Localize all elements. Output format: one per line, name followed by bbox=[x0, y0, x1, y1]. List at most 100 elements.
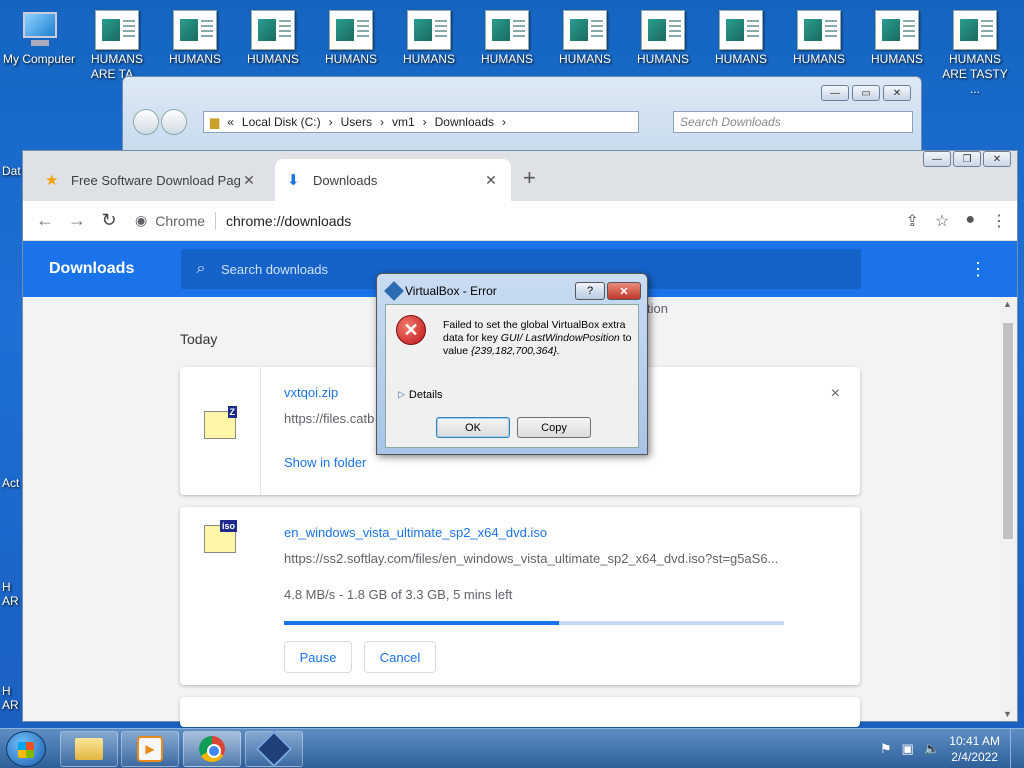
network-icon[interactable]: ▣ bbox=[902, 741, 914, 757]
back-button[interactable] bbox=[133, 109, 159, 135]
help-button[interactable]: ? bbox=[575, 282, 605, 300]
chrome-icon bbox=[199, 736, 225, 762]
breadcrumb-item[interactable]: Users bbox=[341, 115, 372, 129]
new-tab-button[interactable]: + bbox=[523, 165, 536, 191]
forward-icon[interactable]: → bbox=[61, 210, 93, 231]
volume-icon[interactable]: 🔈 bbox=[924, 741, 940, 757]
maximize-button[interactable]: ▭ bbox=[852, 85, 880, 101]
remove-item-button[interactable]: × bbox=[831, 385, 840, 403]
window-controls: — ▭ ✕ bbox=[821, 85, 911, 101]
error-message-key: GUI/ LastWindowPosition bbox=[500, 332, 620, 344]
download-item bbox=[180, 697, 860, 727]
breadcrumb-separator[interactable]: › bbox=[502, 115, 506, 129]
tab-title: Downloads bbox=[313, 172, 378, 188]
desktop-icon-humans[interactable]: HUMANS bbox=[780, 10, 858, 67]
system-tray: ⚑ ▣ 🔈 bbox=[880, 741, 940, 757]
desktop-icon-humans[interactable]: HUMANS bbox=[234, 10, 312, 67]
restore-button[interactable]: ❐ bbox=[953, 151, 981, 167]
show-desktop-button[interactable] bbox=[1010, 729, 1024, 768]
breadcrumb-separator[interactable]: › bbox=[380, 115, 384, 129]
file-name-link[interactable]: en_windows_vista_ultimate_sp2_x64_dvd.is… bbox=[284, 525, 547, 540]
desktop-icon-humans[interactable]: HUMANS bbox=[312, 10, 390, 67]
site-chip[interactable]: ◉ Chrome bbox=[135, 212, 205, 229]
expand-triangle-icon: ▷ bbox=[398, 389, 405, 399]
desktop-label-fragment: Act bbox=[2, 476, 20, 490]
share-icon[interactable]: ⇪ bbox=[906, 211, 919, 231]
breadcrumb-item[interactable]: vm1 bbox=[392, 115, 415, 129]
error-message-value: {239,182,700,364}. bbox=[471, 345, 560, 357]
forward-button[interactable] bbox=[161, 109, 187, 135]
breadcrumb-item[interactable]: Local Disk (C:) bbox=[242, 115, 321, 129]
error-dialog[interactable]: VirtualBox - Error ? ✕ ✕ Failed to set t… bbox=[376, 273, 648, 455]
file-url[interactable]: https://ss2.softlay.com/files/en_windows… bbox=[284, 551, 778, 566]
page-title: Downloads bbox=[49, 260, 135, 277]
explorer-nav bbox=[133, 109, 187, 135]
explorer-address-bar[interactable]: ▆ « Local Disk (C:) › Users › vm1 › Down… bbox=[203, 111, 639, 133]
close-button[interactable]: ✕ bbox=[607, 282, 641, 300]
action-center-icon[interactable]: ⚑ bbox=[880, 741, 892, 757]
progress-fill bbox=[284, 621, 559, 625]
desktop-icon-humans[interactable]: HUMANS bbox=[468, 10, 546, 67]
desktop-icon-label: HUMANS bbox=[636, 52, 689, 66]
tab-title: Free Software Download Page - L bbox=[71, 172, 241, 188]
desktop-icon-humans[interactable]: HUMANS ARE TA... bbox=[78, 10, 156, 82]
breadcrumb-separator[interactable]: › bbox=[329, 115, 333, 129]
desktop-icon-my-computer[interactable]: My Computer bbox=[0, 10, 78, 67]
more-options-icon[interactable]: ⋮ bbox=[969, 259, 987, 280]
site-chip-label: Chrome bbox=[155, 212, 206, 229]
document-icon bbox=[719, 10, 763, 50]
minimize-button[interactable]: — bbox=[923, 151, 951, 167]
scroll-up-icon[interactable]: ▲ bbox=[1003, 299, 1012, 309]
desktop-icon-humans[interactable]: HUMANS ARE TASTY ... bbox=[936, 10, 1014, 97]
minimize-button[interactable]: — bbox=[821, 85, 849, 101]
menu-icon[interactable]: ⋮ bbox=[991, 211, 1007, 231]
clock-date: 2/4/2022 bbox=[951, 750, 998, 764]
clock[interactable]: 10:41 AM 2/4/2022 bbox=[949, 733, 1000, 765]
file-name-link[interactable]: vxtqoi.zip bbox=[284, 385, 338, 400]
back-icon[interactable]: ← bbox=[29, 210, 61, 231]
scrollbar[interactable]: ▲ ▼ bbox=[999, 297, 1017, 721]
breadcrumb-item[interactable]: Downloads bbox=[435, 115, 494, 129]
close-tab-icon[interactable]: ✕ bbox=[241, 172, 257, 189]
url-text[interactable]: chrome://downloads bbox=[226, 213, 351, 229]
toolbar: ← → ↻ ◉ Chrome chrome://downloads ⇪ ☆ ● … bbox=[23, 201, 1017, 241]
tab-free-software[interactable]: ★ Free Software Download Page - L ✕ bbox=[33, 159, 269, 201]
divider bbox=[215, 211, 217, 230]
desktop-icon-label: HUMANS bbox=[870, 52, 923, 66]
scroll-down-icon[interactable]: ▼ bbox=[1003, 709, 1012, 719]
desktop-icon-humans[interactable]: HUMANS bbox=[702, 10, 780, 67]
desktop-icon-humans[interactable]: HUMANS bbox=[546, 10, 624, 67]
zip-file-icon: Z bbox=[204, 406, 237, 439]
omnibox[interactable]: ◉ Chrome chrome://downloads bbox=[135, 206, 875, 236]
document-icon bbox=[407, 10, 451, 50]
desktop-icon-humans[interactable]: HUMANS bbox=[156, 10, 234, 67]
taskbar-media-player[interactable]: ▶ bbox=[121, 731, 179, 767]
desktop-icon-humans[interactable]: HUMANS bbox=[624, 10, 702, 67]
details-toggle[interactable]: ▷ Details bbox=[398, 389, 443, 401]
desktop-icon-humans[interactable]: HUMANS bbox=[390, 10, 468, 67]
folder-icon bbox=[75, 738, 103, 760]
taskbar-explorer[interactable] bbox=[60, 731, 118, 767]
close-tab-icon[interactable]: ✕ bbox=[483, 172, 499, 189]
close-button[interactable]: ✕ bbox=[983, 151, 1011, 167]
profile-icon[interactable]: ● bbox=[965, 211, 975, 231]
taskbar-chrome[interactable] bbox=[183, 731, 241, 767]
desktop-icon-humans[interactable]: HUMANS bbox=[858, 10, 936, 67]
copy-button[interactable]: Copy bbox=[517, 417, 591, 438]
file-url[interactable]: https://files.catb bbox=[284, 411, 374, 426]
tab-downloads[interactable]: ⬇ Downloads ✕ bbox=[275, 159, 511, 201]
taskbar-virtualbox[interactable] bbox=[245, 730, 303, 768]
pause-button[interactable]: Pause bbox=[284, 641, 352, 673]
scroll-thumb[interactable] bbox=[1003, 323, 1013, 539]
start-button[interactable] bbox=[6, 731, 46, 767]
ok-button[interactable]: OK bbox=[436, 417, 510, 438]
download-status: 4.8 MB/s - 1.8 GB of 3.3 GB, 5 mins left bbox=[284, 587, 513, 602]
explorer-search-input[interactable]: Search Downloads bbox=[673, 111, 913, 133]
breadcrumb-separator[interactable]: › bbox=[423, 115, 427, 129]
cancel-button[interactable]: Cancel bbox=[364, 641, 436, 673]
chrome-icon: ◉ bbox=[135, 212, 148, 228]
reload-icon[interactable]: ↻ bbox=[93, 210, 125, 231]
bookmark-star-icon[interactable]: ☆ bbox=[935, 211, 949, 231]
close-button[interactable]: ✕ bbox=[883, 85, 911, 101]
show-in-folder-link[interactable]: Show in folder bbox=[284, 455, 366, 470]
